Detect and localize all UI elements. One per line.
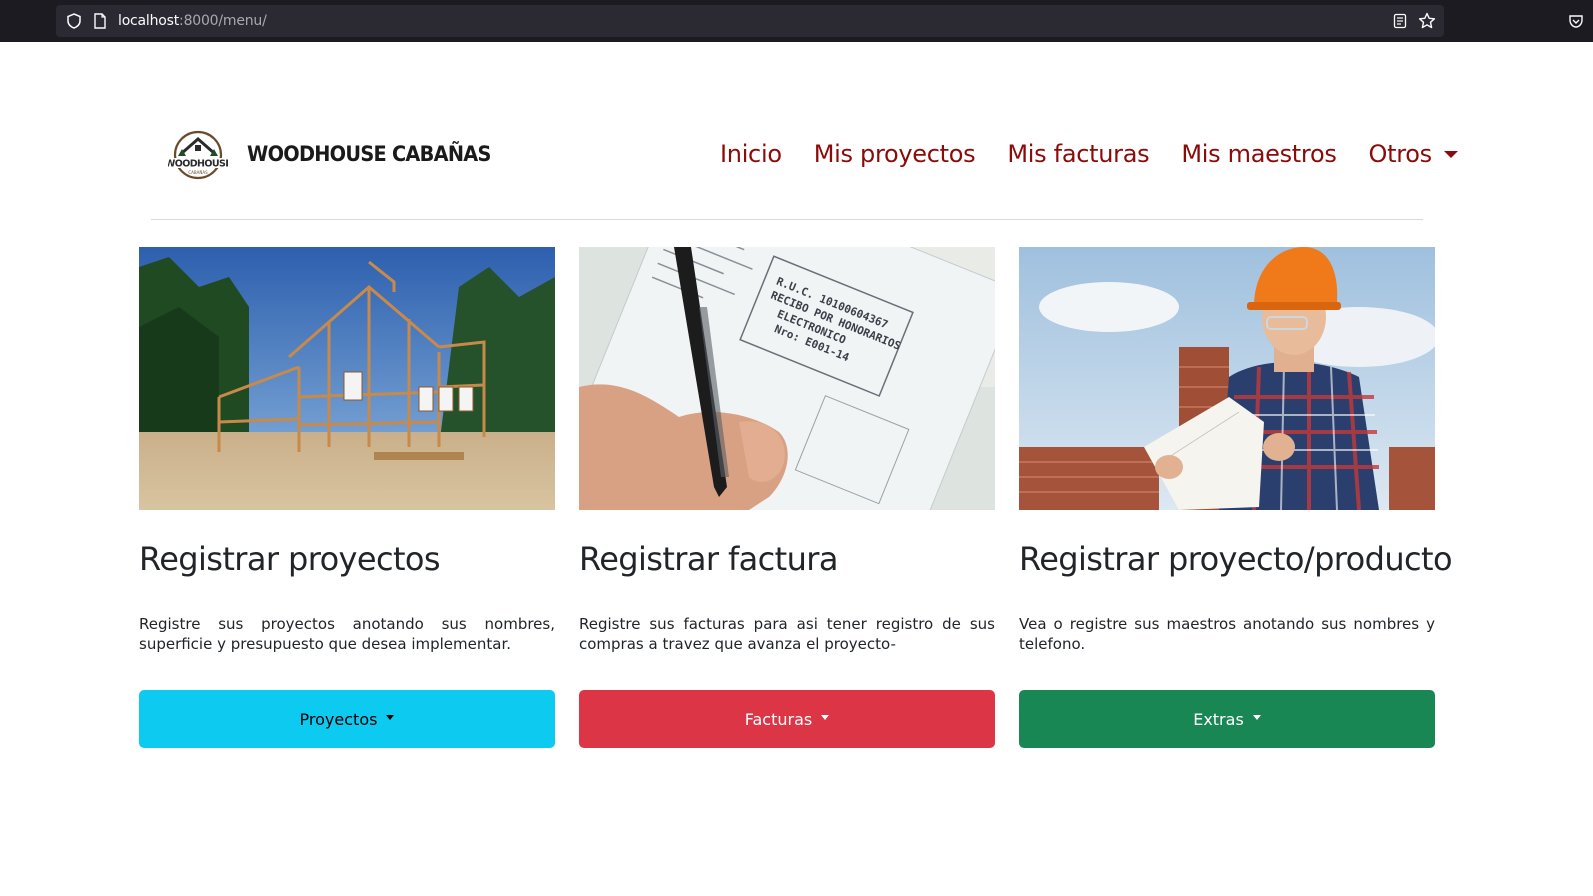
card-image-house-frame bbox=[139, 247, 555, 510]
nav-link-mis-proyectos[interactable]: Mis proyectos bbox=[814, 140, 976, 168]
facturas-dropdown-button[interactable]: Facturas bbox=[579, 690, 995, 748]
caret-down-icon bbox=[386, 715, 395, 720]
main-nav: Inicio Mis proyectos Mis facturas Mis ma… bbox=[720, 140, 1458, 168]
header-divider bbox=[151, 219, 1423, 220]
card-title: Registrar proyecto/producto bbox=[1019, 540, 1453, 578]
url-text[interactable]: localhost:8000/menu/ bbox=[118, 13, 267, 29]
card-text: Registre sus proyectos anotando sus nomb… bbox=[139, 615, 555, 653]
caret-down-icon bbox=[821, 715, 830, 720]
chevron-down-icon[interactable] bbox=[1443, 150, 1458, 158]
logo-subtext: CABAÑAS bbox=[188, 170, 208, 175]
woodhouse-logo[interactable]: WOODHOUSE CABAÑAS bbox=[168, 128, 228, 180]
reader-view-icon[interactable] bbox=[1392, 13, 1408, 29]
shield-icon[interactable] bbox=[66, 13, 82, 29]
proyectos-dropdown-button[interactable]: Proyectos bbox=[139, 690, 555, 748]
card-proyectos: Registrar proyectos Registre sus proyect… bbox=[139, 247, 555, 748]
card-text: Registre sus facturas para asi tener reg… bbox=[579, 615, 995, 653]
card-text: Vea o registre sus maestros anotando sus… bbox=[1019, 615, 1435, 653]
caret-down-icon bbox=[1252, 715, 1261, 720]
pocket-icon[interactable] bbox=[1568, 13, 1584, 29]
logo-wordmark: WOODHOUSE bbox=[168, 159, 228, 170]
extras-dropdown-button[interactable]: Extras bbox=[1019, 690, 1435, 748]
nav-link-mis-facturas[interactable]: Mis facturas bbox=[1007, 140, 1149, 168]
button-label: Facturas bbox=[744, 709, 813, 729]
button-label: Extras bbox=[1193, 709, 1244, 729]
card-extras: Registrar proyecto/producto Vea o regist… bbox=[1019, 247, 1453, 748]
nav-link-inicio[interactable]: Inicio bbox=[720, 140, 782, 168]
card-image-worker bbox=[1019, 247, 1435, 510]
card-title: Registrar proyectos bbox=[139, 540, 441, 578]
brand-name[interactable]: WOODHOUSE CABAÑAS bbox=[247, 142, 491, 166]
page-icon bbox=[94, 13, 106, 29]
button-label: Proyectos bbox=[299, 709, 378, 729]
nav-dropdown-otros[interactable]: Otros bbox=[1369, 140, 1458, 168]
nav-link-mis-maestros[interactable]: Mis maestros bbox=[1181, 140, 1337, 168]
card-image-invoice: R.U.C. 10100604367 RECIBO POR HONORARIOS… bbox=[579, 247, 995, 510]
url-host: localhost bbox=[118, 13, 180, 29]
brand[interactable]: WOODHOUSE CABAÑAS WOODHOUSE CABAÑAS bbox=[168, 128, 512, 180]
nav-dropdown-label[interactable]: Otros bbox=[1369, 140, 1433, 168]
bookmark-star-icon[interactable] bbox=[1418, 12, 1436, 30]
browser-chrome: localhost:8000/menu/ bbox=[0, 0, 1593, 42]
card-facturas: R.U.C. 10100604367 RECIBO POR HONORARIOS… bbox=[579, 247, 995, 748]
url-path: :8000/menu/ bbox=[179, 13, 267, 29]
card-title: Registrar factura bbox=[579, 540, 838, 578]
address-bar[interactable]: localhost:8000/menu/ bbox=[56, 5, 1444, 37]
